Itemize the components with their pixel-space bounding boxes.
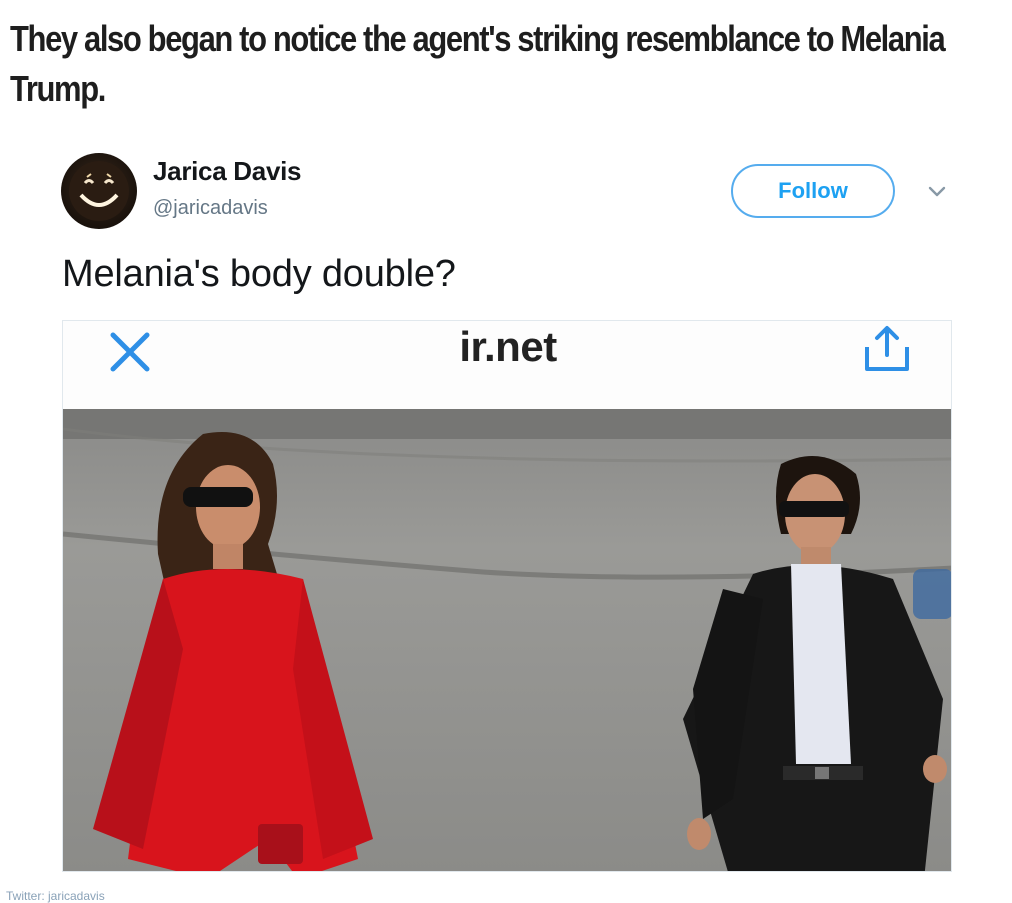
share-icon[interactable] — [859, 323, 915, 375]
tweet-text: Melania's body double? — [62, 253, 456, 295]
author-name[interactable]: Jarica Davis — [153, 156, 301, 187]
chevron-down-icon[interactable] — [926, 180, 948, 202]
follow-button[interactable]: Follow — [731, 164, 895, 218]
author-handle[interactable]: @jaricadavis — [153, 197, 268, 220]
smiley-avatar-icon — [69, 161, 129, 221]
photo-credit[interactable]: Twitter: jaricadavis — [6, 889, 105, 903]
tweet-photo — [63, 409, 951, 871]
embedded-tweet: Jarica Davis @jaricadavis Follow Melania… — [0, 0, 1012, 900]
browser-url: ir.net — [459, 323, 557, 370]
tweet-media[interactable]: ir.net — [62, 320, 952, 872]
mobile-browser-bar: ir.net — [63, 321, 951, 409]
avatar[interactable] — [61, 153, 137, 229]
